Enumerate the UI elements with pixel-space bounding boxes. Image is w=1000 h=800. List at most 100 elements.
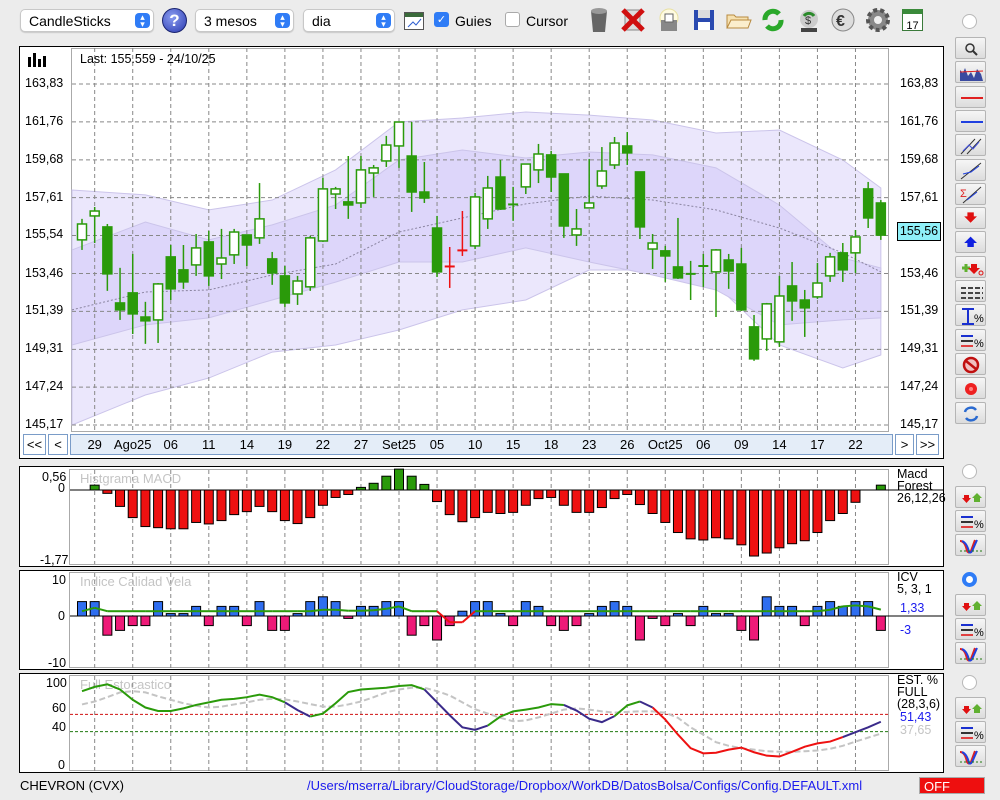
bar-chart-icon[interactable] (27, 52, 47, 67)
candle-body (837, 252, 849, 271)
icv-bar (241, 615, 252, 627)
candle-body (279, 275, 291, 304)
candle-body (178, 269, 189, 283)
candle-body (799, 299, 811, 309)
charts-canvas (70, 48, 943, 771)
icv-bar (317, 596, 328, 617)
icv-bar (495, 613, 506, 617)
candle-body (216, 257, 227, 265)
icv-bar (711, 613, 721, 617)
macd-bar (672, 489, 683, 534)
macd-bar (444, 489, 455, 516)
macd-bar (368, 482, 379, 491)
macd-bar (470, 489, 481, 519)
icv-bar (647, 615, 658, 619)
icv-bar (115, 615, 126, 631)
icv-signal-segment (855, 604, 869, 608)
macd-bar (305, 489, 316, 519)
macd-bar (191, 489, 202, 523)
macd-bar (153, 489, 164, 529)
macd-bar (457, 489, 468, 523)
macd-bar (292, 489, 303, 525)
icv-bar (749, 615, 760, 641)
candle-body (89, 210, 100, 217)
candle-body (317, 188, 329, 242)
macd-bar (394, 468, 404, 491)
macd-bar (279, 489, 290, 522)
macd-bar (229, 489, 240, 516)
macd-bar (343, 489, 354, 495)
candle-body (621, 145, 633, 154)
candle-body (533, 153, 544, 171)
macd-bar (749, 489, 760, 557)
macd-bar (254, 489, 265, 507)
icv-bar (634, 615, 645, 641)
macd-bar (558, 489, 569, 506)
macd-bar (698, 489, 709, 541)
macd-bar (495, 489, 506, 514)
icv-bar (140, 615, 151, 627)
candle-body (114, 302, 126, 311)
icv-bar (723, 613, 734, 617)
macd-bar (520, 489, 531, 506)
icv-bar (660, 615, 671, 627)
icv-bar (546, 615, 557, 627)
icv-bar (482, 601, 493, 617)
icv-bar (863, 601, 874, 617)
macd-bar (406, 475, 417, 491)
macd-bar (355, 486, 366, 491)
candle-body (165, 256, 177, 290)
icv-bar (685, 615, 696, 627)
icv-bar (77, 601, 87, 617)
macd-bar (787, 489, 798, 545)
icv-bar (394, 601, 404, 617)
icv-bar (292, 613, 303, 617)
candle-body (495, 176, 506, 210)
macd-bar (241, 489, 252, 513)
macd-bar (875, 484, 886, 491)
macd-bar (381, 475, 392, 491)
candle-body (634, 171, 646, 228)
candle-body (520, 163, 532, 188)
macd-bar (609, 489, 620, 500)
macd-bar (825, 489, 836, 522)
macd-bar (216, 489, 227, 522)
macd-bar (317, 489, 328, 506)
macd-bar (115, 489, 126, 507)
icv-bar (609, 601, 620, 617)
last-price-text: Last: 155.559 - 24/10/25 (80, 52, 216, 66)
candle-body (571, 228, 582, 236)
macd-bar (140, 489, 151, 528)
icv-bar (102, 615, 113, 636)
icv-bar (153, 601, 164, 617)
icv-bar (267, 615, 278, 631)
candle-body (596, 170, 608, 187)
candle (875, 200, 887, 240)
icv-bar (875, 615, 886, 631)
macd-bar (837, 489, 848, 514)
candle-body (266, 258, 278, 274)
icv-bar (279, 615, 290, 631)
icv-bar (457, 610, 468, 617)
icv-bar (799, 615, 810, 627)
icv-bar (432, 615, 443, 641)
icv-signal-segment (335, 608, 349, 612)
icv-title: Indice Calidad Vela (80, 574, 192, 589)
candle-body (609, 142, 620, 166)
macd-bar (571, 489, 582, 513)
candle-body (862, 188, 874, 219)
stoch-k-segment (639, 700, 654, 709)
candle-body (368, 167, 379, 174)
candle-body (152, 283, 164, 321)
candle-body (850, 236, 861, 254)
candle-body (330, 188, 341, 195)
candle-body (393, 121, 405, 147)
macd-bar (203, 489, 214, 525)
candle-body (558, 173, 570, 227)
macd-bar (685, 489, 696, 540)
candle-body (761, 303, 772, 340)
icv-bar (508, 615, 519, 627)
candle-body (786, 285, 798, 302)
icv-bar (254, 601, 265, 617)
candle (761, 302, 772, 351)
